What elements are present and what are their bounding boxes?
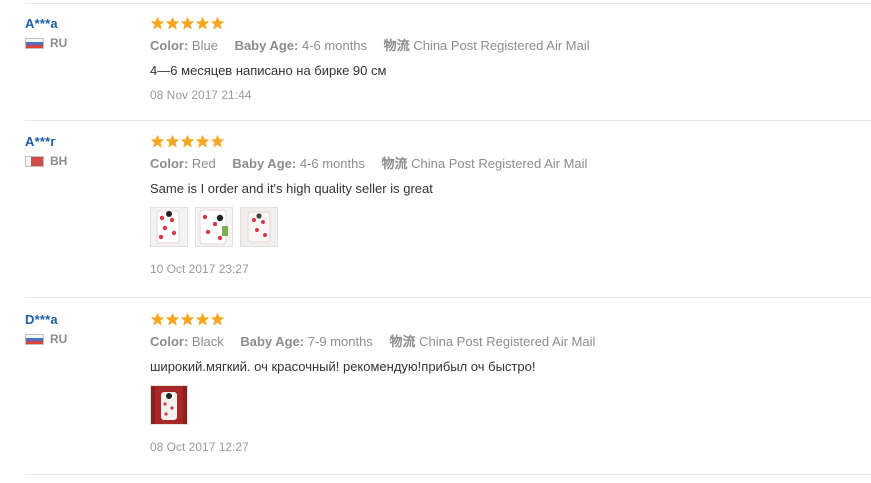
country-code: RU xyxy=(50,36,68,50)
star-icon xyxy=(180,134,195,149)
age-label: Baby Age: xyxy=(232,156,297,171)
review-divider xyxy=(25,474,871,475)
review-photos xyxy=(150,207,600,247)
review-text: Same is I order and it's high quality se… xyxy=(150,181,433,196)
color-label: Color: xyxy=(150,156,189,171)
review-photo[interactable] xyxy=(240,207,278,247)
country-code: BH xyxy=(50,154,68,168)
reviewer-name: A***г xyxy=(25,134,56,149)
review-content: Color: Blue Baby Age: 4-6 months 物流 Chin… xyxy=(150,16,603,103)
product-attributes: Color: Red Baby Age: 4-6 months 物流 China… xyxy=(150,156,600,172)
color-label: Color: xyxy=(150,334,189,349)
review-content: Color: Red Baby Age: 4-6 months 物流 China… xyxy=(150,134,600,277)
product-attributes: Color: Blue Baby Age: 4-6 months 物流 Chin… xyxy=(150,38,603,54)
star-icon xyxy=(180,312,195,327)
star-icon xyxy=(150,312,165,327)
star-icon xyxy=(165,134,180,149)
shipping-value: China Post Registered Air Mail xyxy=(413,38,590,53)
star-rating xyxy=(150,134,600,150)
star-icon xyxy=(150,134,165,149)
age-label: Baby Age: xyxy=(240,334,305,349)
reviewer-info: A***г BH xyxy=(25,134,67,168)
review-date: 10 Oct 2017 23:27 xyxy=(150,262,249,276)
star-icon xyxy=(150,16,165,31)
star-icon xyxy=(165,312,180,327)
review-photo[interactable] xyxy=(195,207,233,247)
review-date: 08 Nov 2017 21:44 xyxy=(150,88,252,102)
review-photos xyxy=(150,385,608,425)
star-icon xyxy=(195,312,210,327)
star-icon xyxy=(210,312,225,327)
product-attributes: Color: Black Baby Age: 7-9 months 物流 Chi… xyxy=(150,334,608,350)
star-icon xyxy=(165,16,180,31)
age-value: 4-6 months xyxy=(302,38,368,53)
review-photo[interactable] xyxy=(150,207,188,247)
reviewer-name: D***a xyxy=(25,312,58,327)
color-value: Blue xyxy=(191,38,218,53)
flag-icon xyxy=(25,37,44,49)
star-rating xyxy=(150,16,603,32)
reviewer-country: BH xyxy=(25,154,67,168)
shipping-label: 物流 xyxy=(381,156,408,171)
flag-icon xyxy=(25,333,44,345)
shipping-label: 物流 xyxy=(383,38,410,53)
review-date: 08 Oct 2017 12:27 xyxy=(150,440,249,454)
reviewer-info: A***a RU xyxy=(25,16,67,50)
color-label: Color: xyxy=(150,38,189,53)
reviewer-info: D***a RU xyxy=(25,312,67,346)
age-label: Baby Age: xyxy=(234,38,299,53)
age-value: 7-9 months xyxy=(307,334,373,349)
review-photo[interactable] xyxy=(150,385,188,425)
color-value: Red xyxy=(191,156,216,171)
review-item: D***a RU Color: Black Baby Age: 7-9 mont… xyxy=(0,312,871,475)
review-text: широкий.мягкий. оч красочный! рекомендую… xyxy=(150,359,536,374)
star-icon xyxy=(195,16,210,31)
review-item: A***г BH Color: Red Baby Age: 4-6 months… xyxy=(0,134,871,298)
star-icon xyxy=(180,16,195,31)
shipping-label: 物流 xyxy=(389,334,416,349)
flag-icon xyxy=(25,155,44,167)
age-value: 4-6 months xyxy=(299,156,365,171)
reviewer-name: A***a xyxy=(25,16,58,31)
star-icon xyxy=(210,134,225,149)
star-icon xyxy=(195,134,210,149)
review-divider xyxy=(25,120,871,121)
review-item: A***a RU Color: Blue Baby Age: 4-6 month… xyxy=(0,16,871,121)
country-code: RU xyxy=(50,332,68,346)
star-icon xyxy=(210,16,225,31)
shipping-value: China Post Registered Air Mail xyxy=(419,334,596,349)
review-content: Color: Black Baby Age: 7-9 months 物流 Chi… xyxy=(150,312,608,455)
reviewer-country: RU xyxy=(25,332,67,346)
shipping-value: China Post Registered Air Mail xyxy=(411,156,588,171)
review-text: 4—6 месяцев написано на бирке 90 см xyxy=(150,63,387,78)
color-value: Black xyxy=(191,334,224,349)
top-divider xyxy=(25,3,871,4)
reviewer-country: RU xyxy=(25,36,67,50)
review-divider xyxy=(25,297,871,298)
star-rating xyxy=(150,312,608,328)
